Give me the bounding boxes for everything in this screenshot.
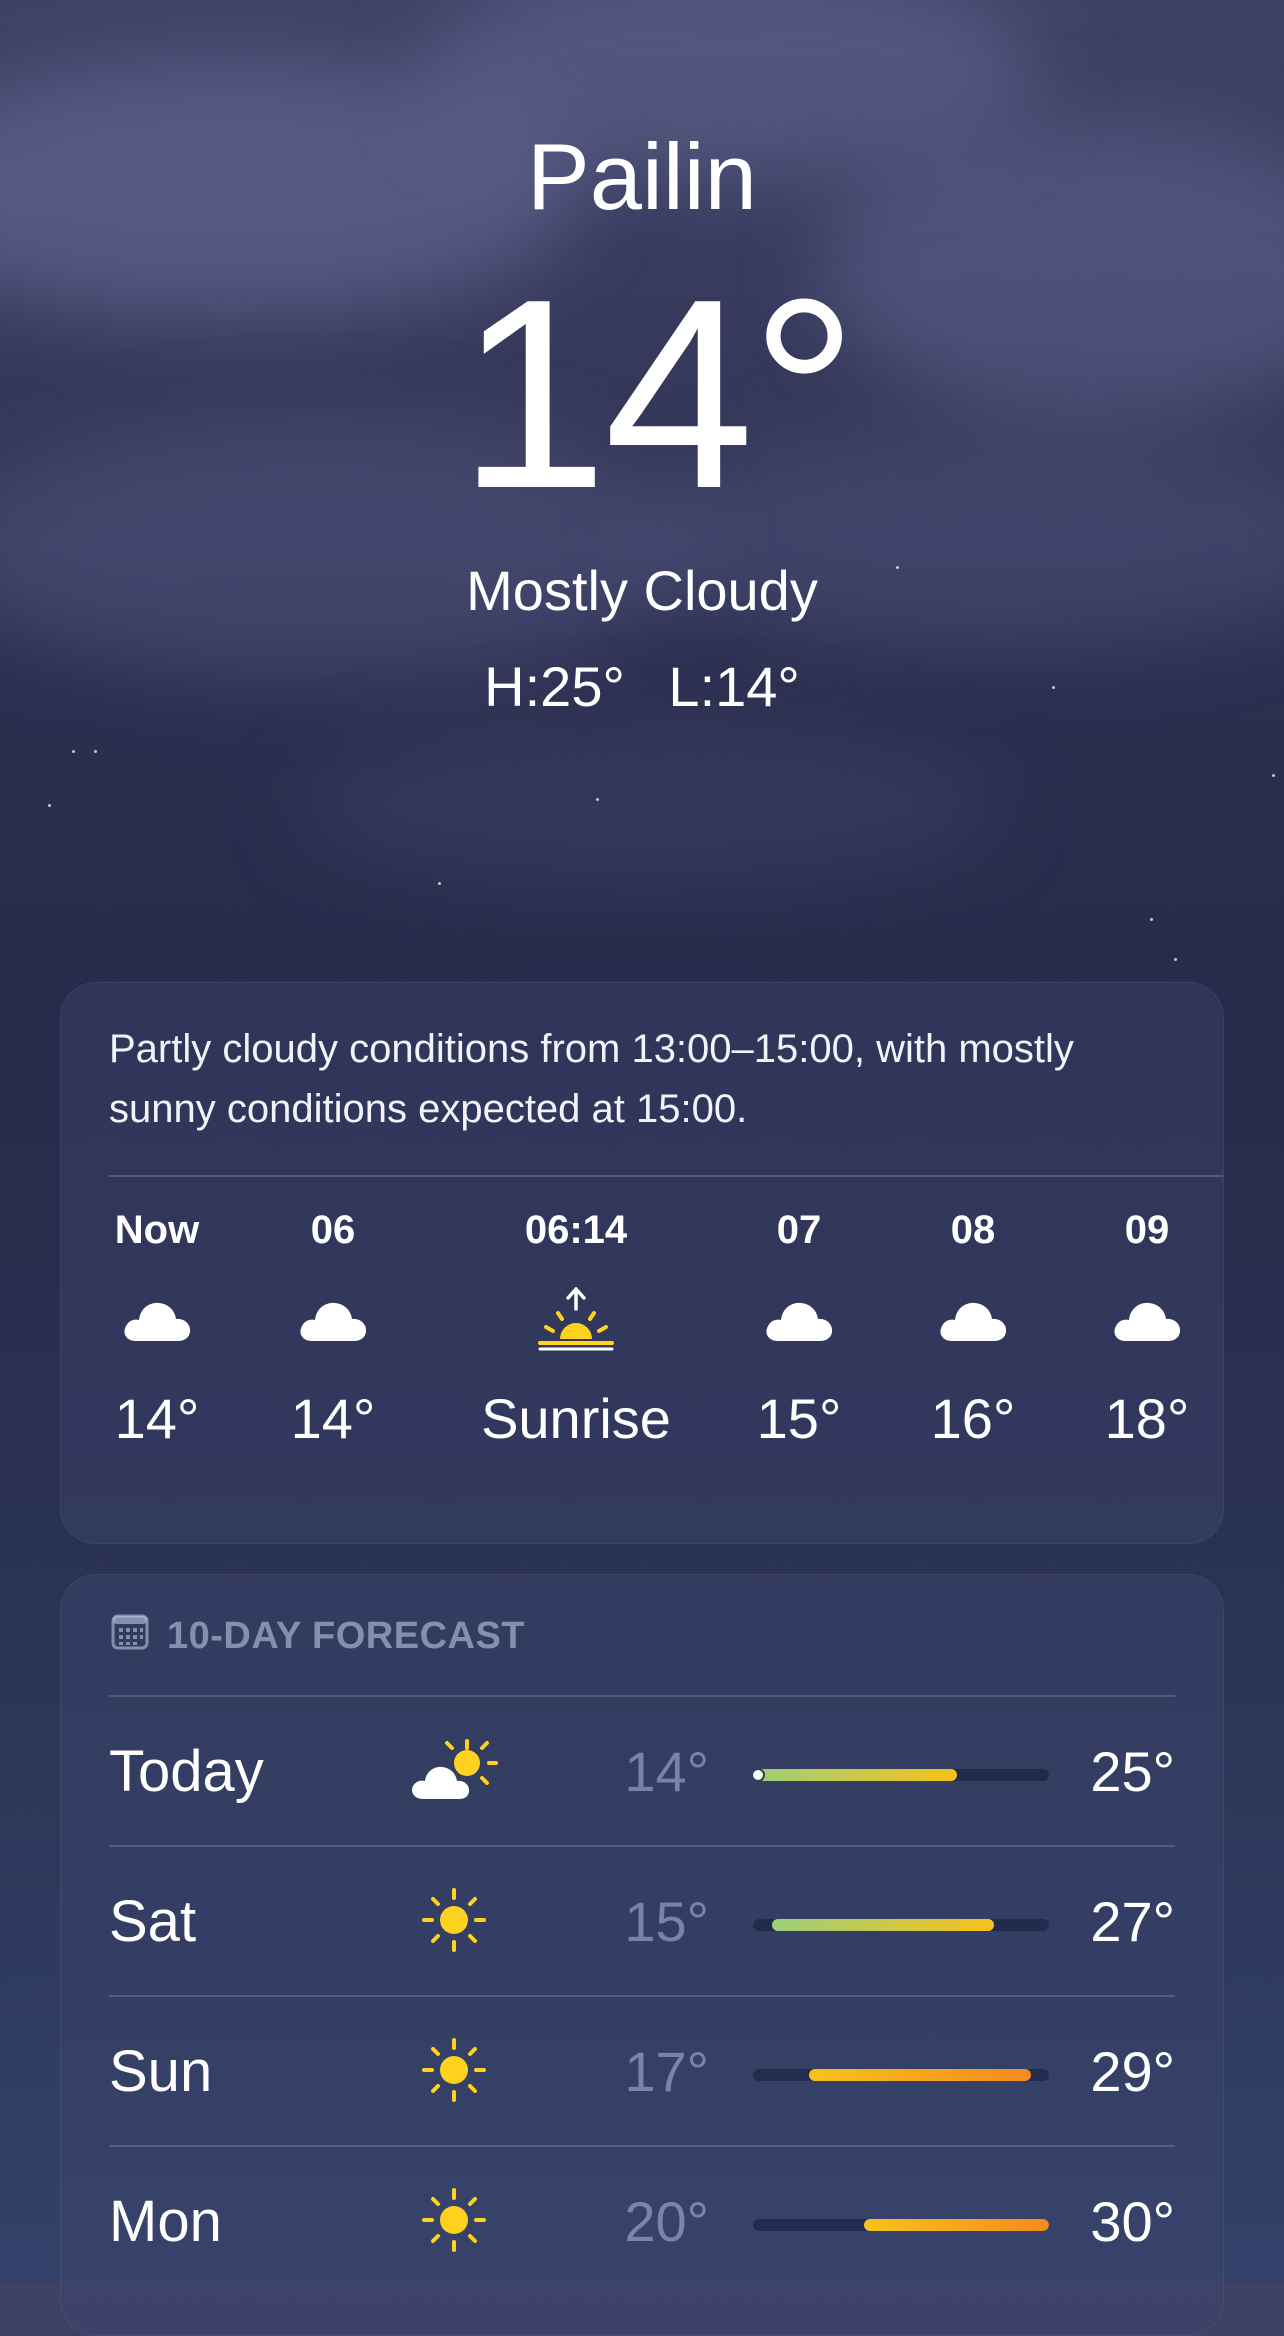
day-label: Mon bbox=[109, 2189, 222, 2254]
low-temp: 17° bbox=[624, 2040, 709, 2103]
hour-item[interactable]: 06 14° bbox=[273, 1205, 393, 1451]
temperature-range-bar bbox=[753, 2069, 1049, 2081]
cloud-icon bbox=[273, 1289, 393, 1349]
divider bbox=[109, 1175, 1223, 1177]
cloud-icon bbox=[1087, 1289, 1207, 1349]
sunrise-icon bbox=[451, 1287, 701, 1351]
current-temperature: 14° bbox=[457, 244, 858, 545]
range-fill bbox=[771, 1919, 994, 1931]
cloud-icon bbox=[739, 1289, 859, 1349]
divider bbox=[109, 1695, 1175, 1697]
divider bbox=[109, 1845, 1175, 1847]
sun-icon bbox=[409, 2035, 499, 2105]
temperature-range-bar bbox=[753, 2219, 1049, 2231]
hour-label: Now bbox=[114, 1208, 200, 1252]
hour-temp: 14° bbox=[290, 1387, 376, 1450]
low-temp: 15° bbox=[624, 1890, 709, 1953]
hour-item[interactable]: 08 16° bbox=[913, 1205, 1033, 1451]
temperature-range-bar bbox=[753, 1769, 1049, 1781]
hour-item[interactable]: Now 14° bbox=[97, 1205, 217, 1451]
low-temp: L:14° bbox=[668, 655, 800, 718]
high-temp: 25° bbox=[1090, 1740, 1175, 1803]
hour-label: 07 bbox=[776, 1208, 822, 1252]
hour-temp: 14° bbox=[114, 1387, 200, 1450]
hour-item[interactable]: 07 15° bbox=[739, 1205, 859, 1451]
hour-temp: 18° bbox=[1104, 1387, 1190, 1450]
divider bbox=[109, 2145, 1175, 2147]
day-label: Today bbox=[109, 1739, 264, 1804]
condition-text: Mostly Cloudy bbox=[466, 559, 818, 622]
cloud-icon bbox=[97, 1289, 217, 1349]
ten-day-forecast-card[interactable]: 10-DAY FORECAST Today 14° 25° Sat 15° 27… bbox=[60, 1574, 1224, 2336]
forecast-header: 10-DAY FORECAST bbox=[111, 1611, 525, 1661]
divider bbox=[109, 1995, 1175, 1997]
low-temp: 20° bbox=[624, 2190, 709, 2253]
calendar-icon bbox=[111, 1612, 149, 1660]
hour-temp: 15° bbox=[756, 1387, 842, 1450]
partly-cloudy-sun-icon bbox=[409, 1735, 499, 1805]
hour-item[interactable]: 06:14 Sunrise bbox=[451, 1205, 701, 1451]
forecast-row[interactable]: Today 14° 25° bbox=[109, 1695, 1175, 1845]
high-temp: H:25° bbox=[484, 655, 625, 718]
hour-label: 06:14 bbox=[524, 1208, 628, 1252]
hourly-forecast-card[interactable]: Partly cloudy conditions from 13:00–15:0… bbox=[60, 982, 1224, 1544]
forecast-title: 10-DAY FORECAST bbox=[167, 1614, 526, 1657]
high-temp: 29° bbox=[1090, 2040, 1175, 2103]
hour-item[interactable]: 09 18° bbox=[1087, 1205, 1207, 1451]
range-fill bbox=[864, 2219, 1049, 2231]
day-label: Sun bbox=[109, 2039, 213, 2104]
city-name: Pailin bbox=[527, 124, 757, 229]
current-temp-dot bbox=[753, 1770, 763, 1780]
forecast-row[interactable]: Sun 17° 29° bbox=[109, 1995, 1175, 2145]
high-temp: 30° bbox=[1090, 2190, 1175, 2253]
forecast-row[interactable]: Mon 20° 30° bbox=[109, 2145, 1175, 2295]
temperature-range-bar bbox=[753, 1919, 1049, 1931]
hour-label: 06 bbox=[310, 1208, 356, 1252]
sun-icon bbox=[409, 2185, 499, 2255]
range-fill bbox=[753, 1769, 957, 1781]
day-label: Sat bbox=[109, 1889, 197, 1954]
high-temp: 27° bbox=[1090, 1890, 1175, 1953]
forecast-row[interactable]: Sat 15° 27° bbox=[109, 1845, 1175, 1995]
hour-label: 09 bbox=[1124, 1208, 1170, 1252]
sun-icon bbox=[409, 1885, 499, 1955]
low-temp: 14° bbox=[624, 1740, 709, 1803]
hourly-summary: Partly cloudy conditions from 13:00–15:0… bbox=[109, 1027, 1074, 1131]
cloud-icon bbox=[913, 1289, 1033, 1349]
high-low: H:25° L:14° bbox=[0, 652, 1284, 722]
hour-label: 08 bbox=[950, 1208, 996, 1252]
hour-temp: Sunrise bbox=[481, 1387, 671, 1450]
hour-temp: 16° bbox=[930, 1387, 1016, 1450]
range-fill bbox=[808, 2069, 1031, 2081]
